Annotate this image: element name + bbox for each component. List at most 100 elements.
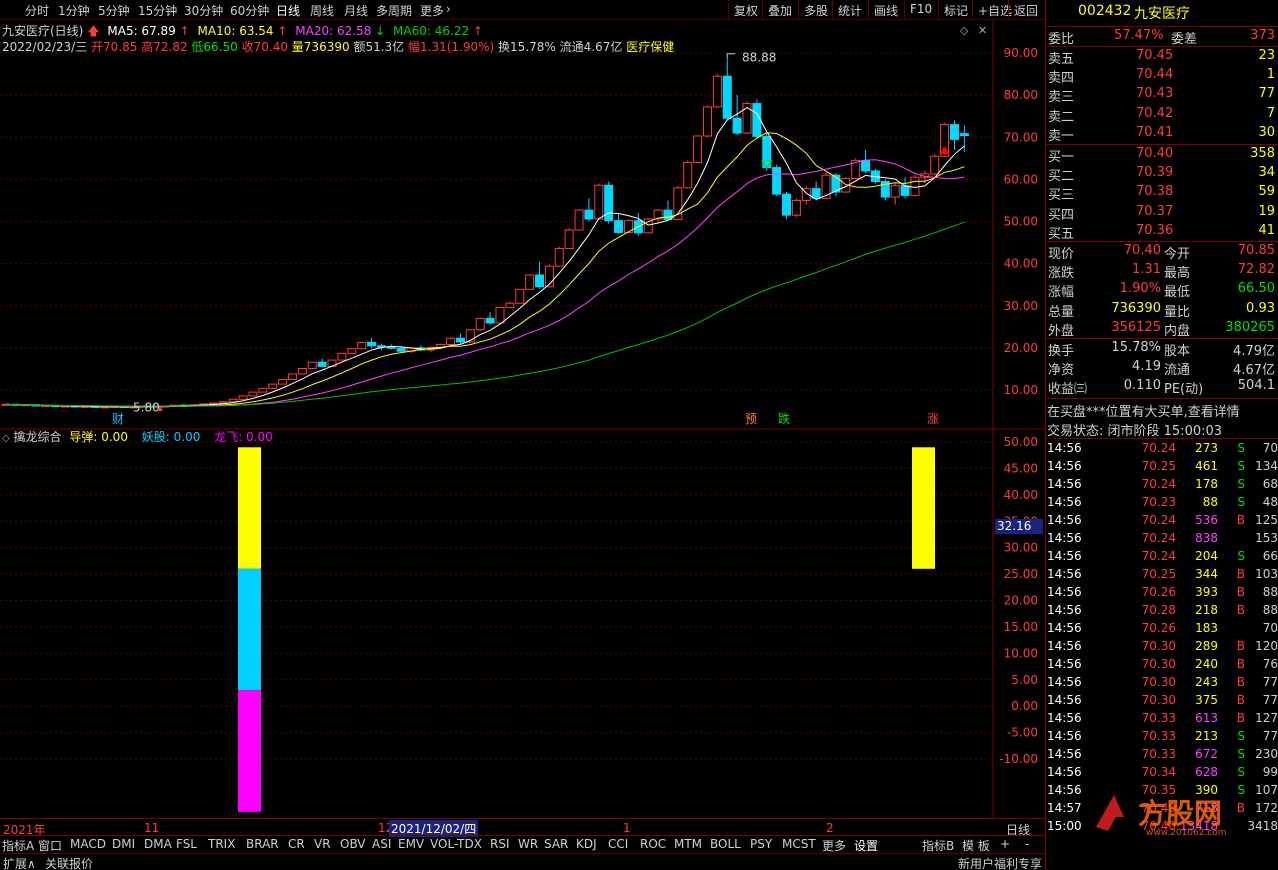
tick-row: 14:56 70.30 243 B 77 [1047,675,1278,689]
indicator-name[interactable]: 擒龙综合 [14,430,62,444]
candle-body [722,75,732,119]
indicator-tab-1[interactable]: 窗口 [38,837,62,854]
bar-sector[interactable]: 医疗保健 [626,40,674,54]
indicator-right-tab-1[interactable]: 模 板 [962,837,990,854]
period-0[interactable]: 分时 [25,2,49,19]
period-8[interactable]: 月线 [344,2,368,19]
indicator-tab-6[interactable]: TRIX [208,837,235,851]
candle-body [910,176,920,196]
candle-body [446,337,456,346]
toolbar-button-1[interactable]: 叠加 [762,0,797,20]
toolbar-button-4[interactable]: 画线 [868,0,903,20]
period-2[interactable]: 5分钟 [98,2,130,19]
indicator-tab-23[interactable]: MCST [782,837,816,851]
indicator-tab-21[interactable]: BOLL [710,837,741,851]
close-icon[interactable]: ✕ [978,24,987,37]
bar-turnover: 换15.78% [498,40,556,54]
toolbar-button-0[interactable]: 复权 [728,0,763,20]
candle-body [307,361,317,370]
indicator-tab-13[interactable]: VOL-TDX [430,837,482,851]
tick-row: 14:56 70.25 461 S 134 [1047,459,1278,473]
bid-row: 买四 70.37 19 [1048,203,1275,223]
expand-button[interactable]: 扩展∧ [3,855,36,870]
indicator-tab-20[interactable]: MTM [674,837,702,851]
ma60-up-icon: ↑ [472,24,483,38]
period-6[interactable]: 日线 [276,2,300,19]
tick-row: 14:56 70.30 240 B 76 [1047,657,1278,671]
indicator-tab-4[interactable]: DMA [144,837,172,851]
indicator-tab-24[interactable]: 更多 [822,837,846,854]
toolbar-button-8[interactable]: 返回 [1008,0,1043,20]
indicator-tab-5[interactable]: FSL [176,837,197,851]
candle-body [811,188,821,199]
indicator-tab-14[interactable]: RSI [490,837,510,851]
indicator-tab-17[interactable]: KDJ [576,837,597,851]
period-3[interactable]: 15分钟 [138,2,177,19]
indicator-tick-label: 45.00 [1004,461,1038,475]
toolbar-button-5[interactable]: F10 [904,0,937,20]
candle-body [594,184,604,220]
indicator-tab-8[interactable]: CR [288,837,305,851]
ma10-label: MA10: 63.54 [197,24,274,38]
indicator-tab-10[interactable]: OBV [340,837,366,851]
related-quotes-button[interactable]: 关联报价 [45,855,93,870]
stock-code: 002432 [1078,3,1132,19]
candle-body [614,220,624,233]
candle-body [683,162,693,189]
indicator-tab-7[interactable]: BRAR [246,837,279,851]
period-9[interactable]: 多周期 [376,2,412,19]
indicator-tab-11[interactable]: ASI [372,837,391,851]
more-chevron-icon[interactable]: › [446,2,451,16]
indicator-header: ◇ 擒龙综合 导弹: 0.00 妖股: 0.00 龙飞: 0.00 [2,428,273,445]
period-10[interactable]: 更多 [420,2,444,19]
indicator-collapse-icon[interactable]: ◇ [2,433,10,444]
toolbar-button-2[interactable]: 多股 [798,0,833,20]
ma10-line [5,132,965,408]
period-1[interactable]: 1分钟 [58,2,90,19]
indicator-tab-25[interactable]: 设置 [854,837,878,854]
indicator-tab-15[interactable]: WR [518,837,538,851]
diamond-icon[interactable]: ◇ [960,24,968,37]
bar-close: 收70.40 [241,40,288,54]
stat2-row: 净资 4.19 流通 4.67亿 [1048,359,1275,379]
indicator-right-tab-3[interactable]: - [1025,837,1029,851]
toolbar-button-6[interactable]: 标记 [938,0,973,20]
price-tick-label: 30.00 [1004,299,1038,313]
candle-body [278,378,288,385]
period-4[interactable]: 30分钟 [184,2,223,19]
indicator-tab-0[interactable]: 指标A [2,837,34,854]
candle-body [900,185,910,196]
chart-header-line2: 2022/02/23/三 开70.85 高72.82 低66.50 收70.40… [2,38,674,55]
indicator-tab-22[interactable]: PSY [750,837,772,851]
stat-row: 总量 736390 量比 0.93 [1048,300,1275,320]
indicator-tab-12[interactable]: EMV [398,837,424,851]
big-order-message[interactable]: 在买盘***位置有大买单,查看详情 [1046,400,1278,420]
candle-body [890,185,900,198]
ma5-label: MA5: 67.89 [107,24,176,38]
tick-row: 14:56 70.24 178 S 68 [1047,477,1278,491]
bid-row: 买五 70.36 41 [1048,222,1275,242]
time-label-2: 2 [826,821,834,835]
indicator-tab-19[interactable]: ROC [640,837,666,851]
candle-body [762,135,772,169]
tick-row: 14:56 70.33 672 S 230 [1047,747,1278,761]
indicator-right-tab-0[interactable]: 指标B [922,837,954,854]
candle-body [604,184,614,222]
new-user-promo[interactable]: 新用户福利专享 [958,855,1042,870]
indicator-tab-9[interactable]: VR [314,837,331,851]
period-5[interactable]: 60分钟 [230,2,269,19]
indicator-tick-label: 5.00 [1011,673,1038,687]
indicator-yaogu: 妖股: 0.00 [141,430,201,444]
indicator-tab-2[interactable]: MACD [70,837,106,851]
indicator-right-tab-2[interactable]: + [1000,837,1010,851]
candle-body [584,209,594,220]
candle-body [258,387,268,393]
toolbar-button-3[interactable]: 统计 [832,0,867,20]
indicator-tab-3[interactable]: DMI [112,837,135,851]
period-7[interactable]: 周线 [310,2,334,19]
stock-name: 九安医疗 [1134,6,1190,22]
tick-row: 14:56 70.26 393 B 88 [1047,585,1278,599]
indicator-tab-16[interactable]: SAR [544,837,568,851]
indicator-tab-18[interactable]: CCI [608,837,628,851]
svg-text:方股网: 方股网 [1138,797,1222,830]
